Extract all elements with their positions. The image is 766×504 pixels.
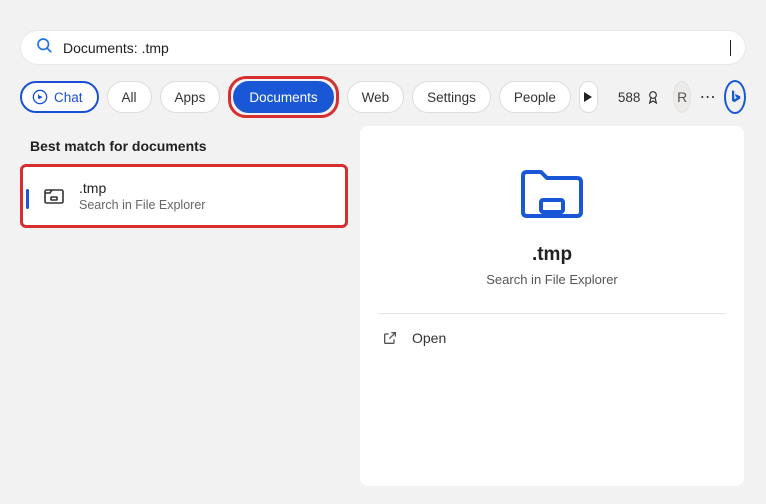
rewards-points[interactable]: 588 [618, 89, 662, 105]
overflow-tabs-button[interactable] [579, 81, 598, 113]
search-bar[interactable]: Documents: .tmp [20, 30, 746, 65]
tab-web[interactable]: Web [347, 81, 405, 113]
tab-documents-highlight: Documents [228, 76, 338, 118]
result-texts: .tmp Search in File Explorer [79, 180, 205, 212]
tab-documents[interactable]: Documents [233, 81, 333, 113]
avatar-initial: R [677, 89, 687, 105]
tab-settings[interactable]: Settings [412, 81, 491, 113]
result-subtitle: Search in File Explorer [79, 198, 205, 212]
more-options-button[interactable]: ⋯ [699, 81, 716, 113]
rewards-points-value: 588 [618, 90, 641, 105]
search-icon [35, 36, 53, 59]
result-title: .tmp [79, 180, 205, 196]
open-external-icon [382, 330, 398, 346]
tab-apps-label: Apps [175, 90, 206, 105]
action-open-label: Open [412, 330, 446, 346]
action-open[interactable]: Open [360, 314, 744, 362]
bing-button[interactable] [724, 80, 746, 114]
search-input[interactable]: Documents: .tmp [63, 40, 729, 56]
tab-settings-label: Settings [427, 90, 476, 105]
tab-apps[interactable]: Apps [160, 81, 221, 113]
text-caret [730, 40, 731, 56]
results-section-label: Best match for documents [30, 138, 207, 154]
user-avatar[interactable]: R [673, 81, 691, 113]
result-active-indicator [26, 189, 29, 209]
play-icon [583, 92, 593, 102]
tab-chat[interactable]: Chat [20, 81, 99, 113]
more-icon: ⋯ [700, 87, 716, 107]
bing-icon [726, 88, 744, 106]
tab-all[interactable]: All [107, 81, 152, 113]
tab-people-label: People [514, 90, 556, 105]
filter-row: Chat All Apps Documents Web Settings Peo… [20, 80, 746, 114]
tab-web-label: Web [362, 90, 390, 105]
rewards-medal-icon [645, 89, 661, 105]
detail-hero-icon [360, 162, 744, 222]
file-explorer-icon [41, 183, 67, 209]
detail-panel: .tmp Search in File Explorer Open [360, 126, 744, 486]
tab-chat-label: Chat [54, 90, 83, 105]
tab-documents-label: Documents [249, 90, 317, 105]
detail-subtitle: Search in File Explorer [360, 272, 744, 287]
tab-all-label: All [122, 90, 137, 105]
detail-title: .tmp [360, 244, 744, 266]
result-item[interactable]: .tmp Search in File Explorer [20, 164, 348, 228]
tab-people[interactable]: People [499, 81, 571, 113]
bing-chat-icon [32, 89, 48, 105]
